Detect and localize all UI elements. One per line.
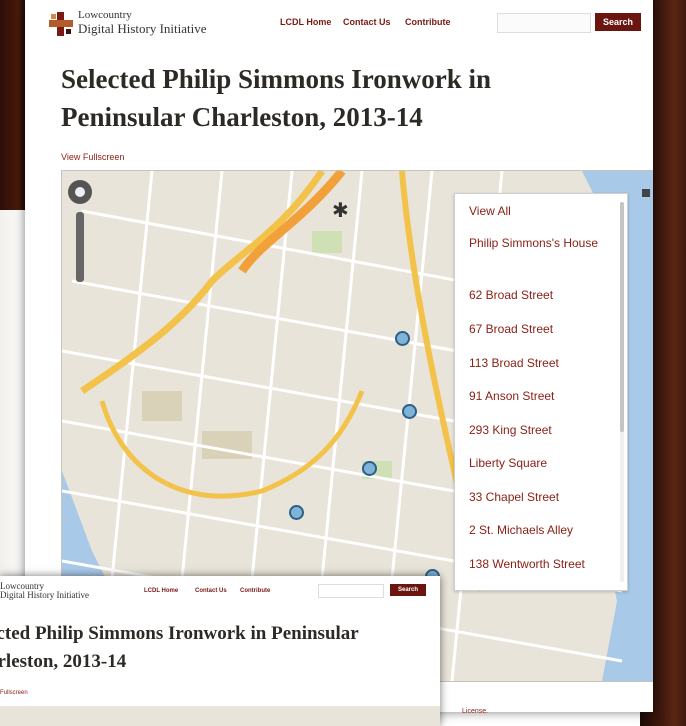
map-pan-control[interactable] [67,179,93,282]
license-link[interactable]: License. [462,708,488,715]
location-item[interactable]: 138 Wentworth Street [469,555,609,574]
nav-contact-link[interactable]: Contact Us [343,17,391,27]
secondary-nav-home-link[interactable]: LCDL Home [144,588,178,594]
nav-home-link[interactable]: LCDL Home [280,17,331,27]
secondary-nav-contact-link[interactable]: Contact Us [195,588,227,594]
location-item[interactable]: Philip Simmons's House [469,234,609,253]
nav-contribute-link[interactable]: Contribute [405,17,451,27]
secondary-search-input[interactable] [318,584,384,598]
search-input[interactable] [497,13,591,33]
map-marker[interactable] [395,331,410,346]
map-marker[interactable] [402,404,417,419]
map-marker[interactable] [362,461,377,476]
location-item[interactable]: 91 Anson Street [469,387,609,406]
secondary-page-title: ected Philip Simmons Ironwork in Peninsu… [0,620,440,676]
search-button[interactable]: Search [595,13,641,31]
secondary-nav-contribute-link[interactable]: Contribute [240,588,270,594]
secondary-title-line-1: ected Philip Simmons Ironwork in Peninsu… [0,623,359,644]
secondary-screenshot: Lowcountry Digital History Initiative LC… [0,576,440,726]
location-item[interactable]: 62 Broad Street [469,286,609,305]
list-scrollbar-thumb[interactable] [620,202,624,432]
view-fullscreen-link[interactable]: View Fullscreen [61,152,124,162]
svg-text:✱: ✱ [332,200,349,222]
logo-line-2: Digital History Initiative [78,21,207,36]
map-zoom-slider[interactable] [76,212,84,282]
location-item[interactable]: Liberty Square [469,454,609,473]
secondary-search-button[interactable]: Search [390,584,426,596]
site-logo[interactable]: Lowcountry Digital History Initiative [78,9,207,35]
secondary-logo-line-2: Digital History Initiative [0,590,89,600]
page-title: Selected Philip Simmons Ironwork in Peni… [61,64,492,132]
location-item[interactable]: 293 King Street [469,421,609,440]
logo-icon[interactable] [49,12,73,36]
secondary-map-view[interactable] [0,706,440,726]
location-item[interactable]: 113 Broad Street [469,354,609,373]
site-header: Lowcountry Digital History Initiative LC… [25,0,653,46]
panel-toggle-icon[interactable] [642,189,650,197]
location-item[interactable]: 2 St. Michaels Alley [469,521,609,540]
map-marker[interactable] [289,505,304,520]
location-item[interactable]: 33 Chapel Street [469,488,609,507]
location-item[interactable]: 67 Broad Street [469,320,609,339]
secondary-logo[interactable]: Lowcountry Digital History Initiative [0,582,89,600]
secondary-title-line-2: arleston, 2013-14 [0,651,127,672]
location-view-all[interactable]: View All [469,202,609,221]
location-list-panel: View All Philip Simmons's House 62 Broad… [454,193,628,591]
secondary-fullscreen-link[interactable]: Fullscreen [0,690,28,696]
